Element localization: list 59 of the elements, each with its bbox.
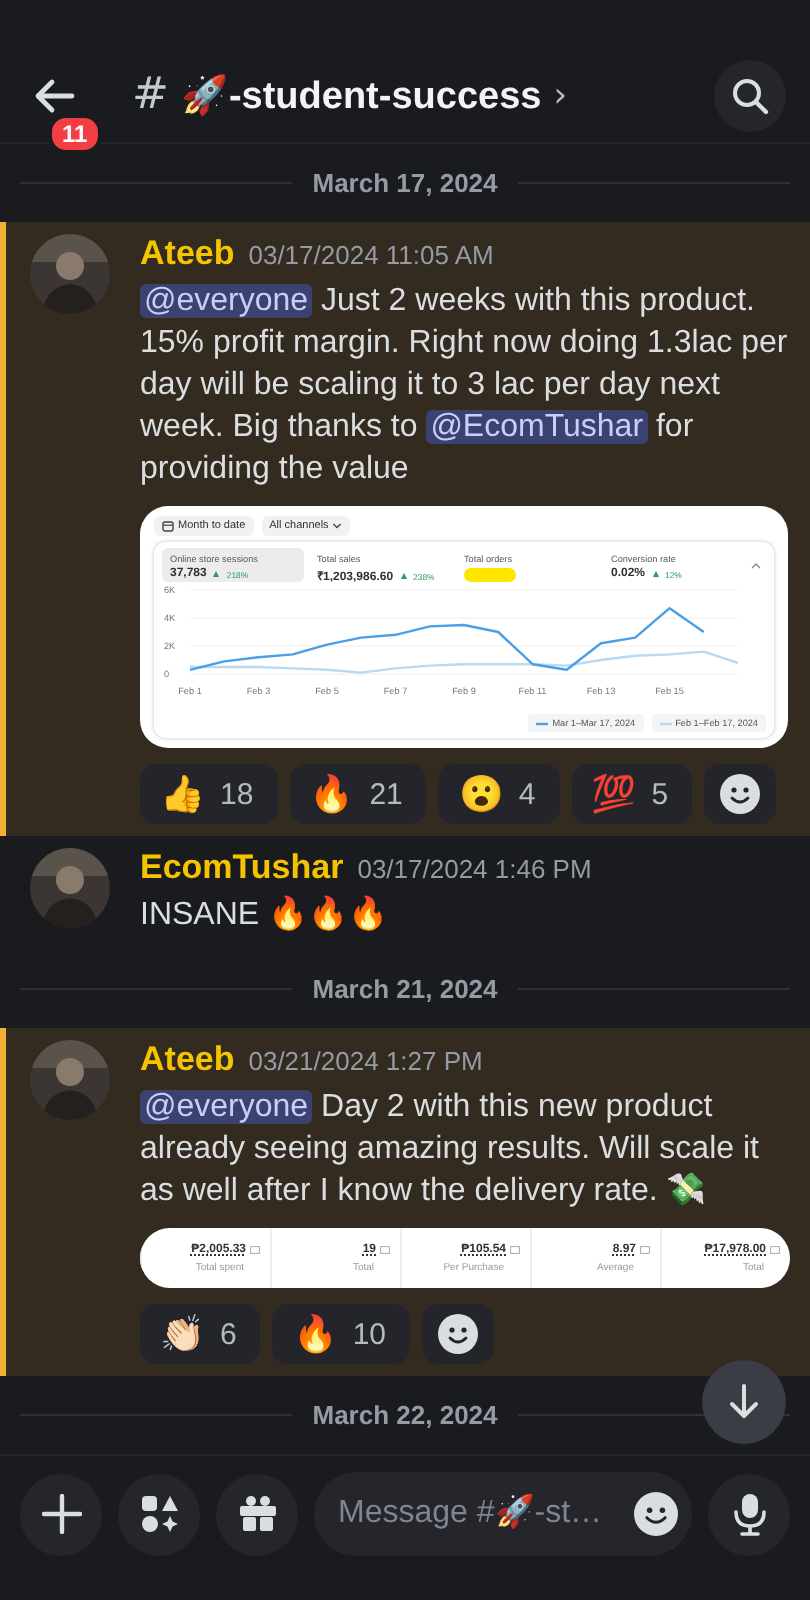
plus-icon: [41, 1494, 81, 1534]
smiley-icon: [720, 774, 761, 814]
channel-name[interactable]: 🚀-student-success: [180, 71, 542, 119]
date-divider: March 22, 2024: [312, 1400, 498, 1430]
up-arrow-icon: [651, 570, 660, 578]
channel-hash: #: [132, 70, 169, 120]
calendar-icon: [162, 520, 174, 532]
shapes-icon: [139, 1494, 179, 1534]
mention-link[interactable]: @EcomTushar: [426, 410, 648, 444]
date-divider: March 17, 2024: [312, 168, 498, 198]
message-field[interactable]: Message #🚀-st…: [314, 1472, 692, 1556]
reaction-button[interactable]: 😮 4: [438, 764, 560, 824]
info-icon: [380, 1245, 390, 1253]
up-arrow-icon: [399, 572, 408, 580]
unread-badge: 11: [48, 113, 102, 153]
voice-button[interactable]: [708, 1473, 790, 1555]
add-reaction-button[interactable]: [422, 1304, 495, 1364]
date-divider: March 21, 2024: [312, 974, 498, 1004]
info-icon: [770, 1245, 780, 1253]
message-text: @everyone Just 2 weeks with this product. 15% profit margin. Right now doing 1.3lac per day will be scaling it to 3 lac per day next week. Big thanks to @EcomTushar for providing the value: [140, 282, 790, 490]
info-icon: [510, 1245, 520, 1253]
gift-button[interactable]: [216, 1473, 298, 1555]
add-button[interactable]: [20, 1473, 102, 1555]
info-icon: [640, 1245, 650, 1253]
collapse-icon[interactable]: [750, 560, 762, 572]
search-button[interactable]: [714, 59, 786, 131]
search-icon: [730, 75, 770, 115]
reaction-button[interactable]: 🔥 10: [272, 1304, 411, 1364]
reaction-button[interactable]: 🔥 21: [289, 764, 427, 824]
reaction-button[interactable]: 👍 18: [140, 764, 278, 824]
timestamp: 03/17/2024 1:46 PM: [357, 854, 592, 884]
message-text: @everyone Day 2 with this new product already seeing amazing results. Will scale it as well after I know the delivery rate. 💸: [140, 1088, 761, 1212]
author-name[interactable]: Ateeb: [140, 1040, 235, 1080]
emoji-button-icon[interactable]: [634, 1492, 678, 1536]
caret-icon: [332, 522, 343, 530]
apps-button[interactable]: [118, 1473, 200, 1555]
add-reaction-button[interactable]: [704, 764, 777, 824]
mention-link[interactable]: @everyone: [140, 284, 313, 318]
microphone-icon: [729, 1492, 769, 1536]
mention-link[interactable]: @everyone: [140, 1090, 313, 1124]
message-text: INSANE 🔥🔥🔥: [140, 894, 391, 936]
avatar[interactable]: [30, 848, 110, 928]
author-name[interactable]: EcomTushar: [140, 848, 344, 888]
avatar[interactable]: [30, 234, 110, 314]
timestamp: 03/17/2024 11:05 AM: [248, 240, 494, 270]
author-name[interactable]: Ateeb: [140, 234, 235, 274]
info-icon: [250, 1245, 260, 1253]
chevron[interactable]: ›: [553, 75, 568, 115]
gift-icon: [237, 1494, 277, 1534]
smiley-icon: [438, 1314, 479, 1354]
timestamp: 03/21/2024 1:27 PM: [248, 1046, 483, 1076]
up-arrow-icon: [212, 570, 221, 578]
reaction-button[interactable]: 💯 5: [571, 764, 693, 824]
back-button[interactable]: [32, 77, 76, 113]
reaction-button[interactable]: 👏🏻 6: [140, 1304, 261, 1364]
down-arrow-icon: [728, 1384, 760, 1420]
jump-to-latest-button[interactable]: [702, 1360, 786, 1444]
avatar[interactable]: [30, 1040, 110, 1120]
back-arrow-icon: [32, 77, 76, 113]
